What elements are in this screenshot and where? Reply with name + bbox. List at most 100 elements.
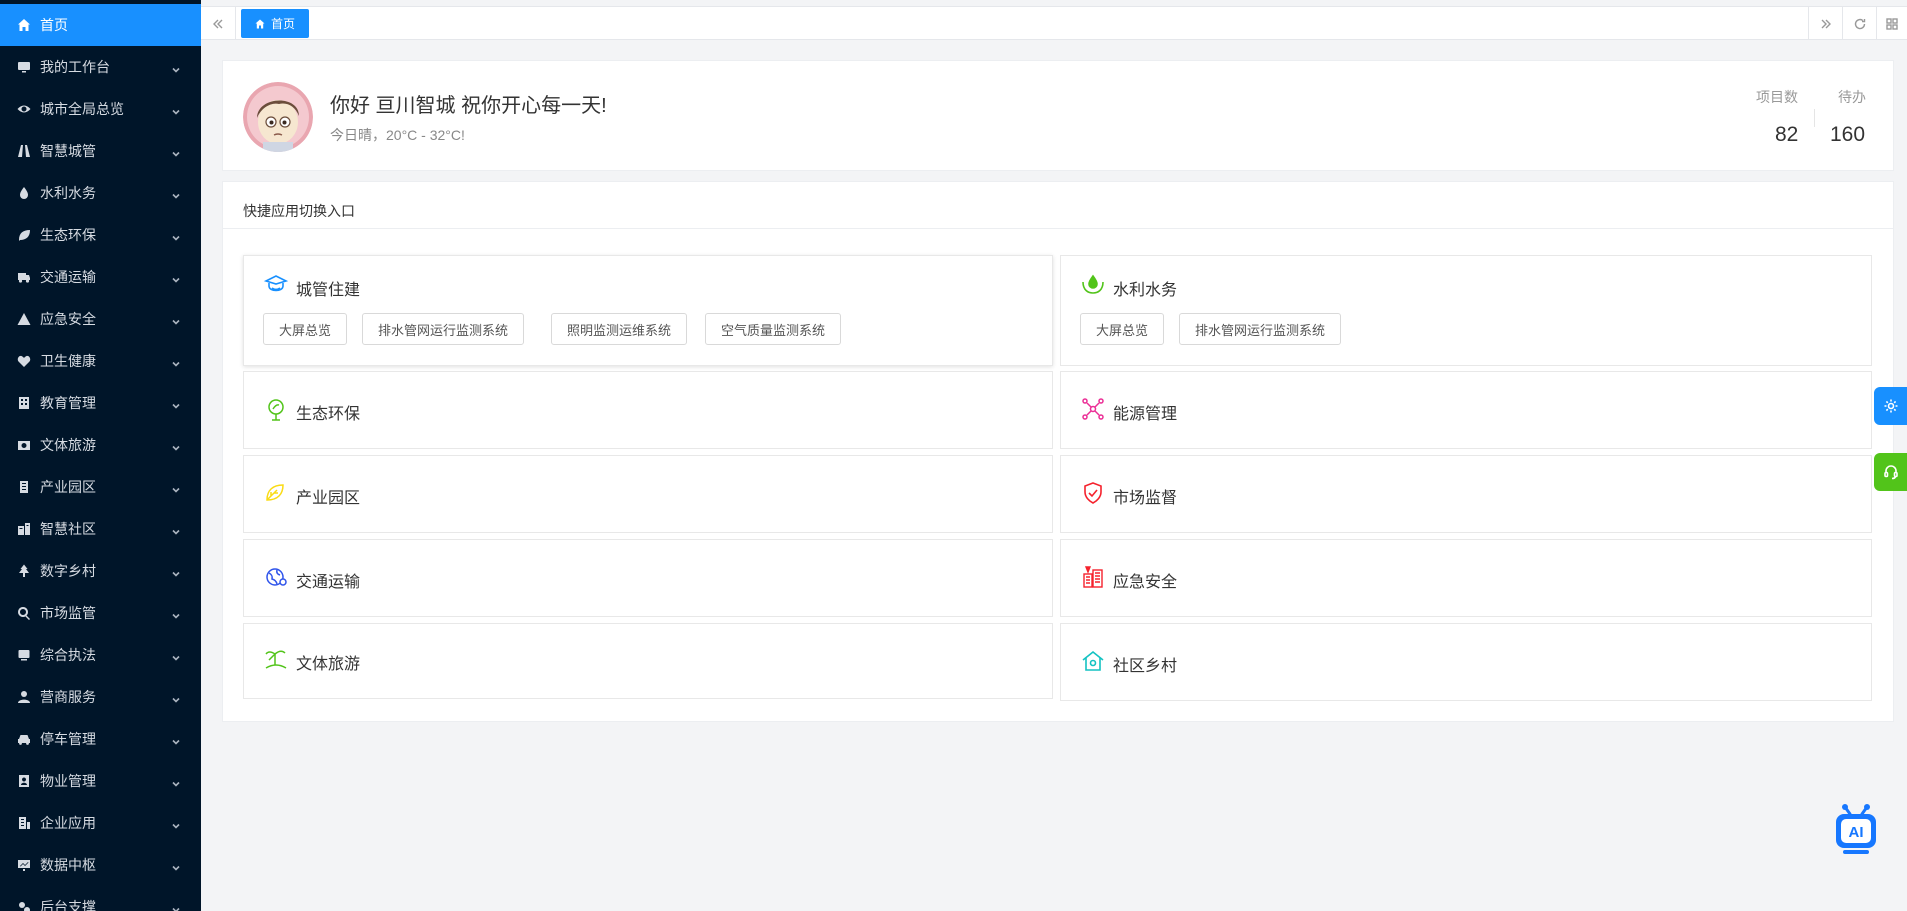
sidebar-item[interactable]: 水利水务 [0,172,201,214]
sidebar-item-label: 城市全局总览 [40,101,124,117]
sidebar-item-label: 营商服务 [40,689,96,705]
sidebar-item-label: 智慧社区 [40,521,96,537]
sidebar-item-label: 数字乡村 [40,563,96,579]
sidebar-item-label: 企业应用 [40,815,96,831]
eco-leaf-icon [263,396,289,422]
energy-network-icon [1080,396,1106,422]
sidebar-item[interactable]: 物业管理 [0,760,201,802]
chevron-down-icon [171,566,181,577]
app-card-tourism[interactable]: 文体旅游 [243,623,1053,699]
app-card-urban-management[interactable]: 城管住建 大屏总览 排水管网运行监测系统 照明监测运维系统 空气质量监测系统 [243,255,1053,366]
refresh-icon [1854,18,1865,29]
chevron-down-icon [171,776,181,787]
app-card-water[interactable]: 水利水务 大屏总览 排水管网运行监测系统 [1060,255,1872,366]
sidebar-item[interactable]: 市场监管 [0,592,201,634]
sidebar-item[interactable]: 产业园区 [0,466,201,508]
app-card-energy[interactable]: 能源管理 [1060,371,1872,449]
tab-home[interactable]: 首页 [241,9,310,38]
refresh-tab-button[interactable] [1842,7,1876,40]
app-card-community[interactable]: 社区乡村 [1060,623,1872,701]
system-button[interactable]: 排水管网运行监测系统 [1179,313,1342,345]
sidebar-item[interactable]: 智慧城管 [0,130,201,172]
sidebar-item[interactable]: 应急安全 [0,298,201,340]
tabs-bar: 首页 [201,6,1907,40]
truck-icon [16,269,32,285]
chevron-down-icon [171,188,181,199]
app-card-traffic[interactable]: 交通运输 [243,539,1053,617]
eye-icon [16,101,32,117]
tree-icon [16,563,32,579]
sidebar-menu-list: 首页我的工作台城市全局总览智慧城管 水利水务生态环保交通运输应急安全 卫生健康教育管… [0,4,201,911]
sidebar-item[interactable]: 交通运输 [0,256,201,298]
tabs-scroll-right-button[interactable] [1808,7,1842,40]
system-button[interactable]: 大屏总览 [1080,313,1165,345]
sidebar-item[interactable]: 数据中枢 [0,844,201,886]
sidebar-item[interactable]: 智慧社区 [0,508,201,550]
app-name: 交通运输 [296,574,361,591]
sidebar-item[interactable]: 营商服务 [0,676,201,718]
car-icon [16,731,32,747]
sidebar-item[interactable]: 生态环保 [0,214,201,256]
water-hand-icon [1080,272,1106,298]
system-button[interactable]: 排水管网运行监测系统 [362,313,525,345]
leaf-icon [16,227,32,243]
app-name: 社区乡村 [1113,658,1178,675]
app-name: 应急安全 [1113,574,1178,591]
contact-icon [16,773,32,789]
system-button[interactable]: 照明监测运维系统 [551,313,688,345]
chevron-down-icon [171,650,181,661]
greeting-text: 你好 亘川智城 祝你开心每一天! [330,95,607,117]
app-name: 市场监督 [1113,490,1178,507]
chevron-down-icon [171,146,181,157]
quick-app-title: 快捷应用切换入口 [243,203,355,219]
app-card-industry[interactable]: 产业园区 [243,455,1053,533]
heartbeat-icon [16,353,32,369]
sidebar-item[interactable]: 卫生健康 [0,340,201,382]
sidebar-item-label: 后台支撑 [40,899,96,911]
chevron-down-icon [171,818,181,829]
sidebar-item[interactable]: 我的工作台 [0,46,201,88]
sidebar-item[interactable]: 教育管理 [0,382,201,424]
avatar[interactable] [243,82,313,152]
tabs-scroll-left-button[interactable] [201,7,236,40]
headset-icon [1883,465,1898,480]
chevron-down-icon [171,692,181,703]
customer-service-float-button[interactable] [1874,453,1907,491]
ai-assistant-button[interactable]: AI [1833,803,1879,855]
chevron-down-icon [171,62,181,73]
sidebar-item-label: 我的工作台 [40,59,110,75]
sidebar-item[interactable]: 综合执法 [0,634,201,676]
sidebar-item[interactable]: 后台支撑 [0,886,201,911]
system-button[interactable]: 空气质量监测系统 [705,313,842,345]
office-icon [16,815,32,831]
traffic-globe-icon [263,564,289,590]
chevron-down-icon [171,356,181,367]
tab-menu-button[interactable] [1876,7,1907,40]
house-icon [1080,648,1106,674]
sidebar-item[interactable]: 文体旅游 [0,424,201,466]
desktop-icon [16,647,32,663]
settings-float-button[interactable] [1874,387,1907,425]
ai-robot-icon: AI [1836,804,1876,854]
home-icon [255,19,265,28]
app-card-market[interactable]: 市场监督 [1060,455,1872,533]
sidebar-item[interactable]: 企业应用 [0,802,201,844]
school-icon [16,395,32,411]
sidebar-item-label: 交通运输 [40,269,96,285]
sidebar-item[interactable]: 首页 [0,4,201,46]
chevron-down-icon [171,398,181,409]
sidebar-item[interactable]: 城市全局总览 [0,88,201,130]
sidebar-menu: 首页我的工作台城市全局总览智慧城管 水利水务生态环保交通运输应急安全 卫生健康教育管… [0,0,201,911]
sidebar-item-label: 生态环保 [40,227,96,243]
police-cap-icon [263,272,289,298]
quick-app-panel: 快捷应用切换入口 城管住建 大屏总览 排水管网运行监测系统 照明监测运维系统 空… [222,181,1894,722]
welcome-card: 你好 亘川智城 祝你开心每一天! 今日晴，20°C - 32°C! 项目数 82… [222,60,1894,171]
system-button[interactable]: 大屏总览 [263,313,348,345]
sidebar-item-label: 教育管理 [40,395,96,411]
sidebar-item[interactable]: 数字乡村 [0,550,201,592]
app-card-ecology[interactable]: 生态环保 [243,371,1053,449]
app-name: 能源管理 [1113,406,1178,423]
app-card-emergency[interactable]: 应急安全 [1060,539,1872,617]
sidebar-item[interactable]: 停车管理 [0,718,201,760]
sidebar-item-label: 首页 [40,17,68,33]
